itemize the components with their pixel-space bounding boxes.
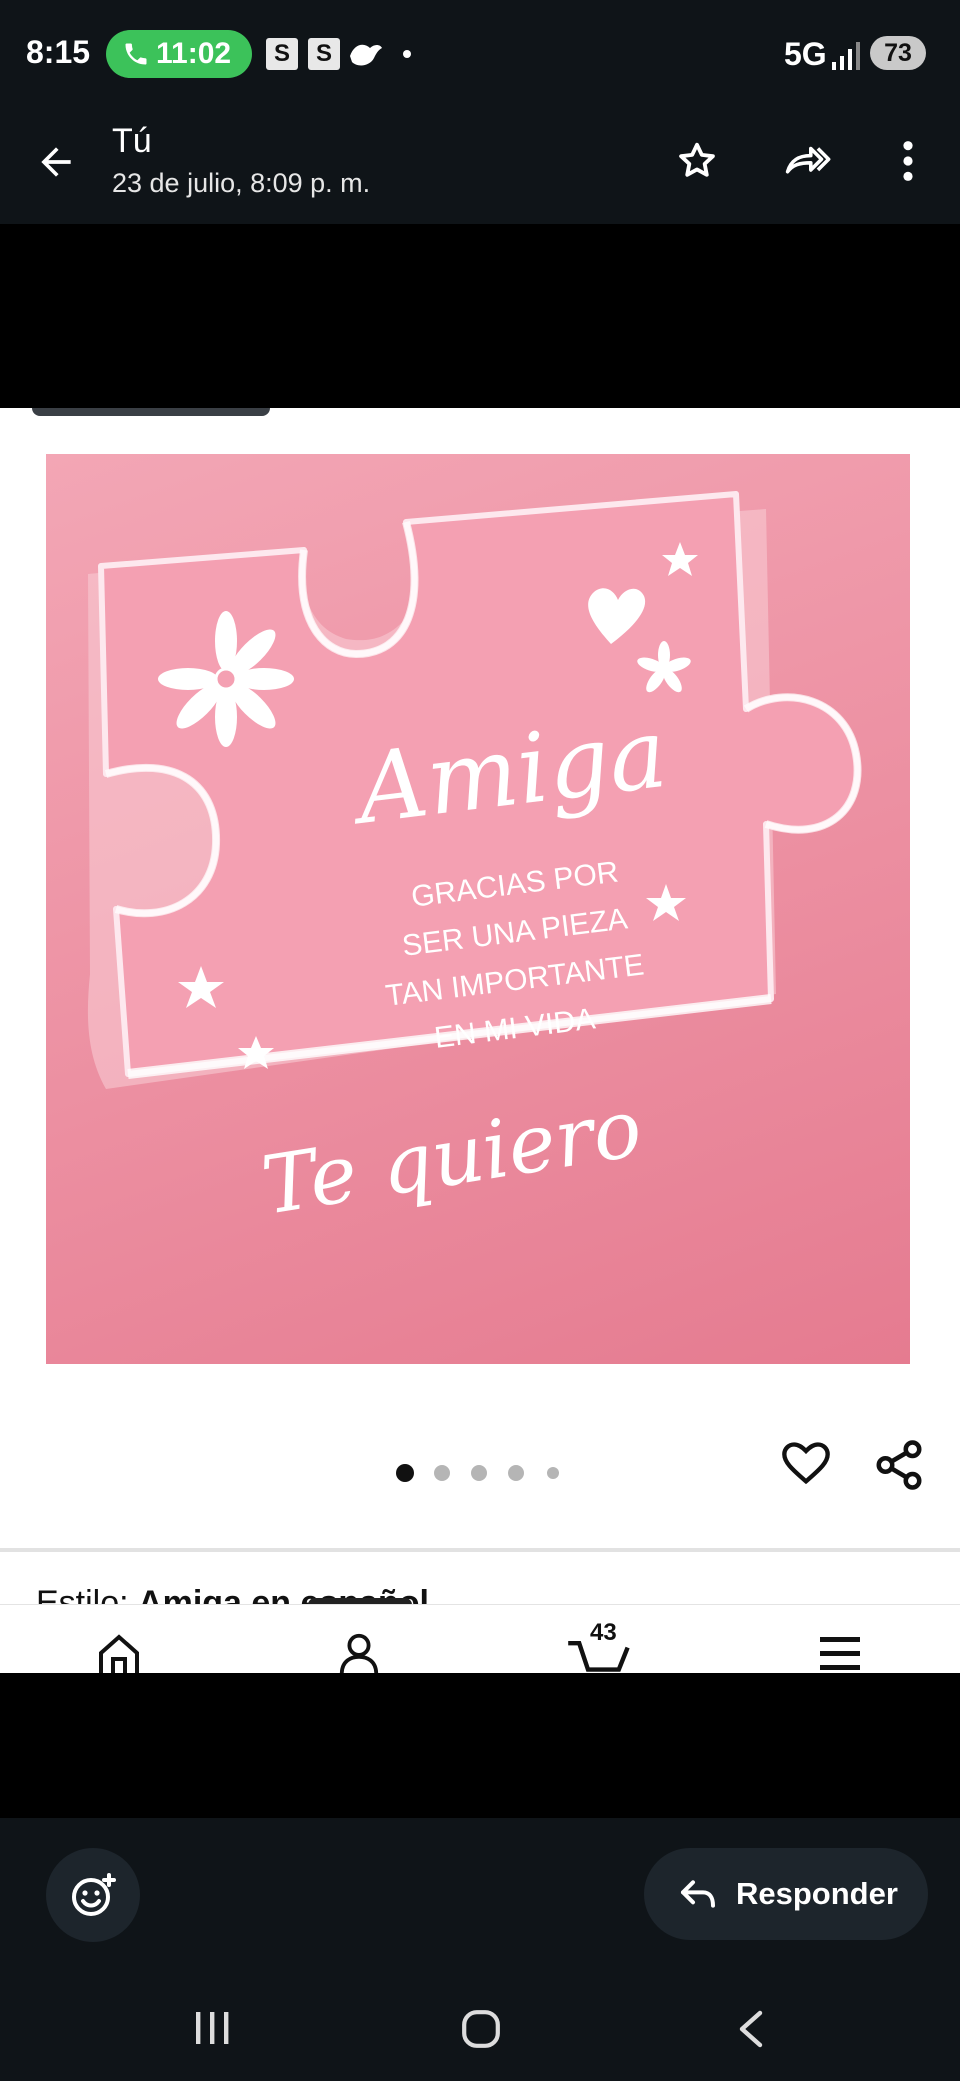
message-header: Tú 23 de julio, 8:09 p. m. — [0, 108, 960, 224]
share-icon[interactable] — [872, 1438, 926, 1492]
system-navigation-bar — [0, 1978, 960, 2078]
carousel-dot[interactable] — [396, 1464, 414, 1482]
carousel-dot[interactable] — [508, 1465, 524, 1481]
shop-bottom-nav: 43 — [0, 1604, 960, 1673]
back-nav-icon[interactable] — [732, 2008, 772, 2050]
account-icon[interactable] — [336, 1631, 382, 1673]
product-photo[interactable]: Amiga GRACIAS POR SER UNA PIEZA TAN IMPO… — [46, 454, 910, 1364]
attached-screenshot[interactable]: Amiga GRACIAS POR SER UNA PIEZA TAN IMPO… — [0, 408, 960, 1673]
tab-remnant — [32, 408, 270, 416]
signal-icon — [832, 42, 860, 70]
image-letterbox-bottom — [0, 1673, 960, 1818]
image-letterbox-top — [0, 224, 960, 408]
carousel-dot[interactable] — [471, 1465, 487, 1481]
reply-label: Responder — [736, 1876, 898, 1911]
forward-all-icon[interactable] — [784, 138, 834, 184]
star-icon[interactable] — [674, 138, 720, 184]
battery-indicator: 73 — [870, 36, 926, 70]
cart-count: 43 — [590, 1619, 617, 1646]
ongoing-call-pill[interactable]: 11:02 — [106, 30, 252, 78]
status-time: 8:15 — [26, 34, 91, 70]
more-vert-icon[interactable] — [888, 138, 928, 184]
phone-call-icon — [125, 43, 147, 65]
reply-button[interactable]: Responder — [644, 1848, 928, 1940]
notification-s-icon-2: S — [308, 38, 340, 70]
call-timer: 11:02 — [156, 37, 232, 70]
acrylic-puzzle-piece: Amiga GRACIAS POR SER UNA PIEZA TAN IMPO… — [87, 491, 862, 1233]
add-emoji-icon — [72, 1873, 116, 1916]
section-divider — [0, 1548, 960, 1552]
status-bar: 8:15 11:02 S S 5G 73 — [0, 0, 960, 108]
network-label: 5G — [784, 36, 827, 72]
back-arrow-icon[interactable] — [34, 140, 78, 184]
menu-icon[interactable] — [816, 1633, 864, 1673]
heart-icon[interactable] — [780, 1438, 832, 1490]
notification-s-icon: S — [266, 38, 298, 70]
message-footer: Responder — [0, 1818, 960, 2081]
sender-name: Tú — [112, 122, 152, 160]
home-nav-icon[interactable] — [460, 2008, 502, 2050]
message-date: 23 de julio, 8:09 p. m. — [112, 168, 371, 198]
reaction-button[interactable] — [46, 1848, 140, 1942]
more-notifications-dot — [403, 50, 411, 58]
home-icon[interactable] — [94, 1631, 144, 1673]
photo-closing: Te quiero — [256, 1081, 648, 1233]
recents-icon[interactable] — [192, 2008, 232, 2048]
reply-icon — [681, 1880, 715, 1908]
carousel-dot[interactable] — [434, 1465, 450, 1481]
carousel-dot[interactable] — [547, 1467, 559, 1479]
notification-bird-icon — [350, 44, 382, 66]
